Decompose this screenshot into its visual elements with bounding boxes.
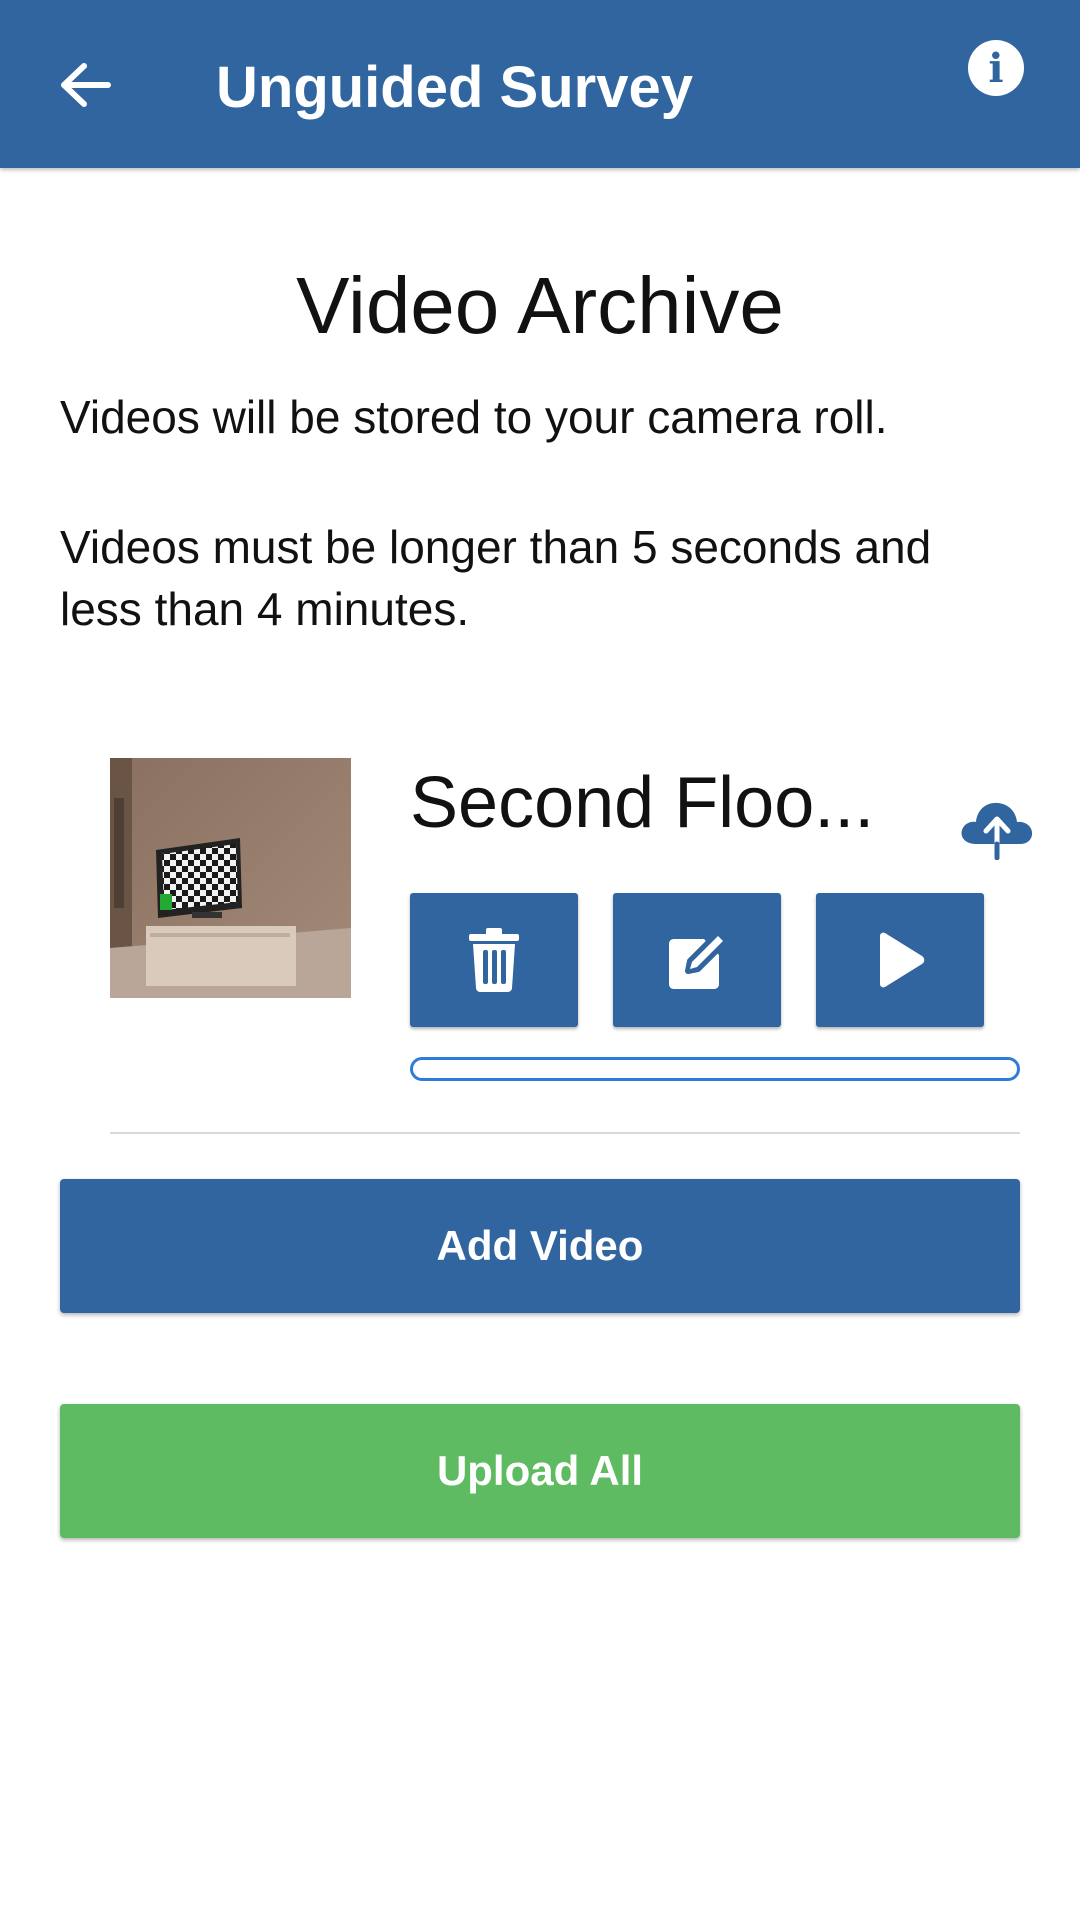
video-name: Second Floo... bbox=[410, 763, 875, 843]
add-video-button[interactable]: Add Video bbox=[60, 1179, 1020, 1313]
info-icon: i bbox=[988, 45, 1004, 92]
video-list-item: Second Floo... bbox=[110, 758, 1033, 1132]
divider bbox=[110, 1132, 1020, 1134]
arrow-left-icon bbox=[61, 63, 111, 107]
upload-progress-bar bbox=[410, 1057, 1020, 1081]
page-title: Video Archive bbox=[296, 261, 784, 350]
duration-description: Videos must be longer than 5 seconds and… bbox=[60, 521, 932, 635]
app-title: Unguided Survey bbox=[216, 55, 693, 120]
delete-video-button[interactable] bbox=[410, 893, 578, 1027]
cloud-upload-icon bbox=[961, 802, 1033, 861]
edit-video-button[interactable] bbox=[613, 893, 781, 1027]
edit-icon bbox=[669, 930, 728, 989]
play-icon bbox=[880, 932, 925, 988]
storage-description: Videos will be stored to your camera rol… bbox=[60, 391, 888, 443]
trash-icon bbox=[469, 928, 519, 992]
app-bar: Unguided Survey i bbox=[0, 0, 1080, 168]
back-button[interactable] bbox=[50, 50, 120, 120]
play-video-button[interactable] bbox=[816, 893, 984, 1027]
info-button[interactable]: i bbox=[968, 40, 1024, 96]
video-thumbnail[interactable] bbox=[110, 758, 351, 998]
upload-all-button[interactable]: Upload All bbox=[60, 1404, 1020, 1538]
upload-video-button[interactable] bbox=[958, 798, 1036, 861]
